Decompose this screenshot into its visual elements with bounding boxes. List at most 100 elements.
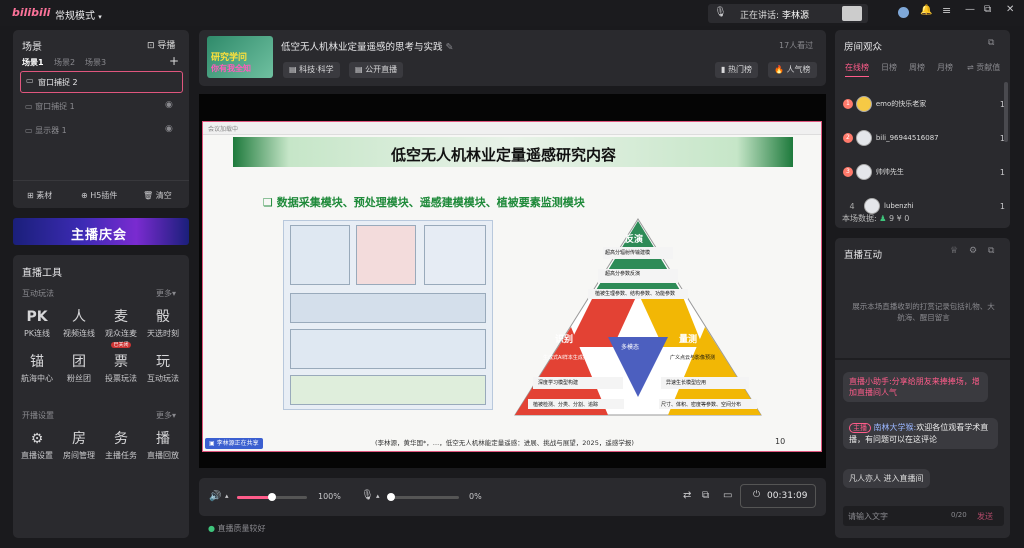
replay-tool[interactable]: 播直播回放 (141, 430, 185, 461)
source-item[interactable]: ▭ 显示器 1 (25, 125, 67, 136)
interaction-panel: 直播互动 ♕ ⚙ ⧉ 展示本场直播收到的打赏记录包括礼物、大航海、醒目留言 直播… (835, 238, 1010, 538)
lucky-draw-tool[interactable]: 骰天选时刻 (141, 308, 185, 339)
material-button[interactable]: ⊞ 素材 (27, 190, 52, 201)
tab-weekly[interactable]: 周榜 (909, 62, 925, 73)
promo-banner[interactable]: 主播庆会 (13, 218, 189, 245)
volume-slider[interactable] (237, 493, 307, 501)
scene-panel: 场景 ⊡ 导播 场景1 场景2 场景3 + ▭ 窗口捕捉 2 ▭ 窗口捕捉 1 … (13, 30, 189, 208)
navigation-tool[interactable]: 锚航海中心 (15, 353, 59, 384)
more-button[interactable]: 更多▾ (156, 288, 176, 299)
live-settings-tool[interactable]: ⚙ 直播设置 (15, 430, 59, 461)
plus-icon: ⊞ (27, 191, 34, 200)
stream-cover[interactable]: 研究学问 你有我全知 (207, 36, 273, 78)
video-link-tool[interactable]: 人视频连线 (57, 308, 101, 339)
gear-icon[interactable]: ⚙ (969, 246, 977, 256)
tab-online[interactable]: 在线榜 (845, 62, 869, 77)
popularity-rank-button[interactable]: 🔥 人气榜 (768, 62, 817, 78)
clear-button[interactable]: 🗑 清空 (143, 190, 172, 201)
chat-message: 主播 南林大学猴:欢迎各位观看学术直播，有问题可以在这评论 (843, 418, 998, 449)
source-item[interactable]: ▭ 窗口捕捉 1 (25, 101, 75, 112)
stop-live-button[interactable]: ⏻ 00:31:09 (740, 484, 816, 508)
volume-value: 100% (318, 492, 341, 501)
group-icon: 团 (72, 354, 86, 370)
restore-button[interactable]: ⧉ (984, 4, 991, 15)
hot-rank-button[interactable]: ▮ 热门榜 (715, 62, 758, 78)
meeting-toolbar: 会议加载中 (203, 122, 821, 135)
quality-status: ● 直播质量较好 (208, 524, 266, 533)
room-audience-panel: 房间观众 ⧉ 在线榜 日榜 周榜 月榜 ⇌ 贡献值 1 emo的快乐老家 1 2 bi… (835, 30, 1010, 228)
category-tag[interactable]: ▤ 科技·科学 (283, 62, 340, 78)
mode-dropdown[interactable]: 常规模式 ▾ (55, 7, 102, 22)
capture-frame[interactable]: 会议加载中 低空无人机林业定量遥感研究内容 ❑ 数据采集模块、预处理模块、遥感建… (202, 121, 822, 452)
scrollbar[interactable] (1004, 82, 1008, 142)
fan-club-tool[interactable]: 团粉丝团 (57, 353, 101, 384)
bell-icon[interactable]: 🔔 (920, 5, 932, 16)
tasks-tool[interactable]: 务主播任务 (99, 430, 143, 461)
tab-daily[interactable]: 日榜 (881, 62, 897, 73)
mic-slider[interactable] (387, 493, 459, 501)
more-button[interactable]: 更多▾ (156, 410, 176, 421)
chat-message: 直播小助手:分享给朋友来捧捧场，增加直播间人气 (843, 372, 988, 402)
menu-icon[interactable]: ≡ (942, 4, 951, 17)
h5-plugin-button[interactable]: ⊕ H5插件 (81, 190, 117, 201)
avatar[interactable] (898, 7, 909, 18)
guide-icon: ⊡ (147, 41, 155, 51)
trophy-icon[interactable]: ♕ (950, 246, 958, 256)
cast-icon[interactable]: ⧉ (702, 490, 709, 501)
popout-icon[interactable]: ⧉ (988, 246, 994, 256)
tab-scene-2[interactable]: 场景2 (54, 57, 75, 68)
mic-value: 0% (469, 492, 482, 501)
tab-scene-1[interactable]: 场景1 (22, 57, 44, 68)
live-timer: 00:31:09 (767, 491, 808, 501)
list-item[interactable]: 1 emo的快乐老家 1 (843, 87, 1005, 121)
window-icon: ▭ (25, 102, 33, 111)
chat-input[interactable]: 请输入文字 0/20 发送 (843, 506, 1004, 526)
chevron-up-icon[interactable]: ▴ (225, 492, 229, 500)
plugin-icon: ⊕ (81, 191, 88, 200)
audience-mic-tool[interactable]: 麦观众连麦 已关闭 (99, 308, 143, 348)
add-scene-button[interactable]: + (169, 54, 179, 68)
room-title: 房间观众 (844, 42, 883, 53)
camera-icon[interactable]: ▭ (723, 490, 732, 501)
tab-contribution[interactable]: ⇌ 贡献值 (967, 62, 1000, 73)
slide-page-number: 10 (775, 437, 786, 446)
eye-icon[interactable]: ◉ (165, 124, 173, 134)
control-bar: 🔊 ▴ 100% 🎙 ▴ 0% ⇄ ⧉ ▭ ⏻ 00:31:09 (199, 478, 826, 516)
pyramid-label-top: 反演 (625, 235, 644, 245)
people-icon: ♟ (879, 214, 887, 223)
popout-icon[interactable]: ⧉ (988, 38, 994, 48)
guide-button[interactable]: ⊡ 导播 (147, 38, 175, 51)
slide-heading: 低空无人机林业定量遥感研究内容 (391, 146, 617, 164)
anchor-icon: 锚 (30, 354, 44, 370)
speaker-icon[interactable]: 🔊 (209, 491, 221, 502)
interactive-play-tool[interactable]: 玩互动玩法 (141, 353, 185, 384)
visibility-tag[interactable]: ▤ 公开直播 (349, 62, 404, 78)
slide-title-bar: 低空无人机林业定量遥感研究内容 (233, 137, 793, 167)
power-icon: ⏻ (753, 490, 761, 500)
mic-muted-icon[interactable]: 🎙 (361, 490, 374, 501)
eye-icon[interactable]: ◉ (165, 100, 173, 110)
chevron-up-icon[interactable]: ▴ (376, 492, 380, 500)
tab-scene-3[interactable]: 场景3 (85, 57, 106, 68)
list-item[interactable]: 2 bili_96944516087 1 (843, 121, 1005, 155)
vote-tool[interactable]: 票投票玩法 (99, 353, 143, 384)
tab-monthly[interactable]: 月榜 (937, 62, 953, 73)
audience-list: 1 emo的快乐老家 1 2 bili_96944516087 1 3 帅帅先生 1 4 lu… (843, 87, 1005, 223)
pk-tool[interactable]: PK PK连线 (15, 308, 59, 339)
minimize-button[interactable]: — (965, 4, 975, 15)
viewer-count: 17人看过 (779, 41, 814, 50)
trash-icon: 🗑 (143, 191, 154, 200)
room-manage-tool[interactable]: 房房间管理 (57, 430, 101, 461)
send-button[interactable]: 发送 (977, 511, 993, 522)
close-button[interactable]: ✕ (1006, 4, 1014, 15)
stream-title: 低空无人机林业定量遥感的思考与实践 ✎ (281, 42, 454, 53)
app-logo: bilibili (12, 6, 51, 19)
window-icon: ▭ (26, 76, 34, 85)
divider (13, 180, 189, 181)
swap-icon[interactable]: ⇄ (683, 490, 691, 501)
list-item[interactable]: 3 帅帅先生 1 (843, 155, 1005, 189)
source-item-active[interactable]: ▭ 窗口捕捉 2 (20, 71, 183, 93)
monitor-icon: ▭ (25, 126, 33, 135)
room-stats: 本场数据: ♟ 9 ¥ 0 (842, 214, 910, 223)
edit-icon[interactable]: ✎ (446, 42, 454, 53)
